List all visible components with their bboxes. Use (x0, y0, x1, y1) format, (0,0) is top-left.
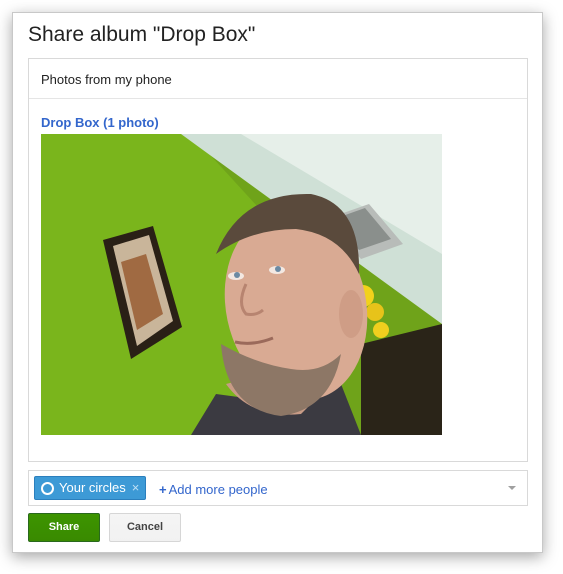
album-content-panel: Photos from my phone Drop Box (1 photo) (28, 58, 528, 462)
dialog-title: Share album "Drop Box" (28, 23, 256, 46)
source-label: Photos from my phone (41, 72, 172, 87)
add-more-people-label: Add more people (168, 482, 268, 497)
cancel-button[interactable]: Cancel (109, 513, 181, 542)
your-circles-chip[interactable]: Your circles × (34, 476, 147, 500)
share-with-field[interactable]: Your circles × + Add more people (28, 470, 528, 506)
chip-label: Your circles (59, 480, 126, 495)
plus-icon: + (159, 482, 167, 497)
album-photo[interactable] (41, 134, 442, 435)
source-header: Photos from my phone (29, 59, 527, 99)
chevron-down-icon[interactable] (508, 486, 516, 490)
add-more-people-link[interactable]: + Add more people (159, 482, 268, 497)
share-button[interactable]: Share (28, 513, 100, 542)
close-icon[interactable]: × (132, 477, 140, 499)
album-link[interactable]: Drop Box (1 photo) (41, 115, 159, 130)
circle-icon (41, 481, 54, 495)
share-album-dialog: Share album "Drop Box" Photos from my ph… (12, 12, 543, 553)
